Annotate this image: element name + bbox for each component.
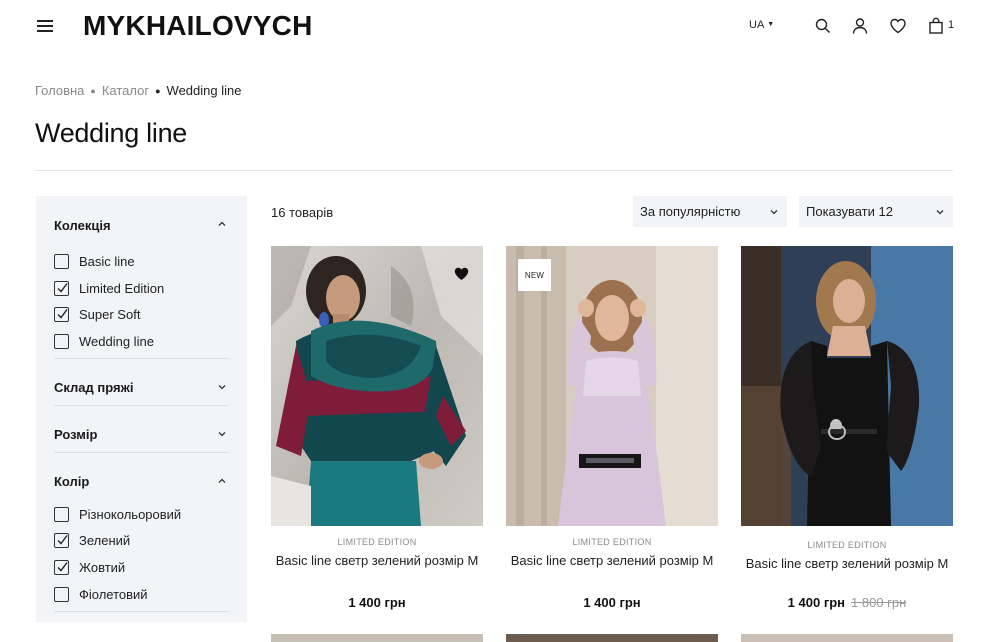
sort-select[interactable]: За популярністю [633, 196, 787, 227]
product-card: LIMITED EDITION Basic line светр зелений… [271, 246, 483, 610]
checkbox-checked[interactable] [54, 280, 69, 296]
filter-option-green[interactable]: Зелений [54, 527, 229, 554]
filter-collection-header[interactable]: Колекція [54, 216, 229, 234]
filter-option-label: Basic line [79, 253, 135, 269]
site-logo[interactable]: MYKHAILOVYCH [83, 10, 313, 42]
language-label: UA [749, 19, 765, 31]
language-switcher[interactable]: UA ▼ [749, 19, 774, 31]
sort-select-value: За популярністю [640, 204, 741, 219]
filter-option-super-soft[interactable]: Super Soft [54, 301, 229, 328]
filter-option-label: Wedding line [79, 333, 154, 349]
filter-yarn: Склад пряжі [54, 359, 229, 406]
user-icon[interactable] [851, 17, 869, 35]
filter-option-label: Фіолетовий [79, 586, 148, 602]
per-page-select[interactable]: Показувати 12 [799, 196, 953, 227]
caret-down-icon: ▼ [767, 21, 775, 28]
filter-option-label: Super Soft [79, 307, 141, 323]
filter-option-yellow[interactable]: Жовтий [54, 554, 229, 581]
filter-option-label: Зелений [79, 533, 131, 549]
product-card: LIMITED EDITION Basic line светр зелений… [741, 246, 953, 610]
chevron-down-icon [770, 210, 778, 215]
breadcrumb: Головна ● Каталог ● Wedding line [35, 83, 241, 98]
price-old: 1 800 грн [851, 595, 907, 610]
chevron-down-icon [936, 210, 944, 215]
chevron-down-icon [218, 431, 226, 437]
filter-option-limited-edition[interactable]: Limited Edition [54, 275, 229, 302]
checkbox[interactable] [54, 333, 69, 349]
search-icon[interactable] [814, 17, 832, 35]
filter-collection: Колекція Basic line Limited Edition Supe… [54, 196, 229, 359]
product-name[interactable]: Basic line светр зелений розмір M [271, 553, 483, 568]
product-image-next-row[interactable] [506, 634, 718, 642]
breadcrumb-current: Wedding line [166, 83, 242, 98]
product-collection: LIMITED EDITION [337, 537, 417, 547]
checkbox-checked[interactable] [54, 533, 69, 549]
filter-title: Розмір [54, 427, 98, 443]
filter-size: Розмір [54, 406, 229, 453]
filter-size-header[interactable]: Розмір [54, 426, 229, 444]
filter-option-wedding-line[interactable]: Wedding line [54, 328, 229, 355]
price-current: 1 400 грн [583, 595, 641, 610]
product-image-next-row[interactable] [741, 634, 953, 642]
filter-option-multicolor[interactable]: Різнокольоровий [54, 501, 229, 528]
filter-option-label: Жовтий [79, 559, 126, 575]
filter-color-header[interactable]: Колір [54, 473, 229, 491]
product-card: NEW LIMITED EDITION Basic line светр зел… [506, 246, 718, 610]
breadcrumb-separator: ● [155, 85, 161, 96]
page-title: Wedding line [35, 118, 188, 148]
checkbox-checked[interactable] [54, 559, 69, 575]
cart-count: 1 [948, 19, 955, 31]
product-image[interactable]: NEW [506, 246, 718, 526]
price-current: 1 400 грн [348, 595, 406, 610]
filter-yarn-header[interactable]: Склад пряжі [54, 379, 229, 397]
checkbox[interactable] [54, 253, 69, 269]
wishlist-heart-icon[interactable] [889, 17, 907, 35]
price-current: 1 400 грн [787, 595, 846, 610]
chevron-up-icon [218, 221, 226, 226]
filter-option-basic-line[interactable]: Basic line [54, 248, 229, 275]
menu-icon[interactable] [37, 20, 53, 32]
filter-option-label: Різнокольоровий [79, 506, 182, 522]
filter-color: Колір Різнокольоровий Зелений Жовтий Фіо… [54, 453, 229, 612]
product-image[interactable] [271, 246, 483, 526]
product-image-next-row[interactable] [271, 634, 483, 642]
site-header: MYKHAILOVYCH UA ▼ 1 [0, 0, 994, 54]
product-count: 16 товарів [271, 205, 334, 220]
new-badge: NEW [518, 259, 551, 291]
product-collection: LIMITED EDITION [572, 537, 652, 547]
chevron-down-icon [218, 384, 226, 390]
filter-title: Склад пряжі [54, 380, 134, 396]
product-name[interactable]: Basic line светр зелений розмір M [506, 553, 718, 568]
product-price: 1 400 грн [506, 595, 718, 610]
breadcrumb-home[interactable]: Головна [35, 83, 84, 98]
filter-title: Колір [54, 474, 90, 490]
chevron-up-icon [218, 478, 226, 483]
breadcrumb-separator: ● [90, 85, 96, 96]
filter-option-label: Limited Edition [79, 280, 165, 296]
shopping-bag-icon[interactable] [927, 17, 945, 35]
favorite-heart-filled-icon[interactable] [454, 267, 469, 281]
filter-sidebar: Колекція Basic line Limited Edition Supe… [36, 196, 247, 622]
filter-title: Колекція [54, 217, 111, 233]
checkbox[interactable] [54, 586, 69, 602]
product-price: 1 400 грн 1 800 грн [741, 595, 953, 610]
product-collection: LIMITED EDITION [807, 540, 887, 550]
breadcrumb-catalog[interactable]: Каталог [102, 83, 149, 98]
filter-divider [54, 610, 229, 612]
per-page-select-value: Показувати 12 [806, 204, 893, 219]
product-price: 1 400 грн [271, 595, 483, 610]
checkbox[interactable] [54, 506, 69, 522]
product-image[interactable] [741, 246, 953, 526]
checkbox-checked[interactable] [54, 307, 69, 323]
product-name[interactable]: Basic line светр зелений розмір M [741, 556, 953, 571]
filter-option-purple[interactable]: Фіолетовий [54, 581, 229, 608]
title-divider [35, 170, 953, 171]
